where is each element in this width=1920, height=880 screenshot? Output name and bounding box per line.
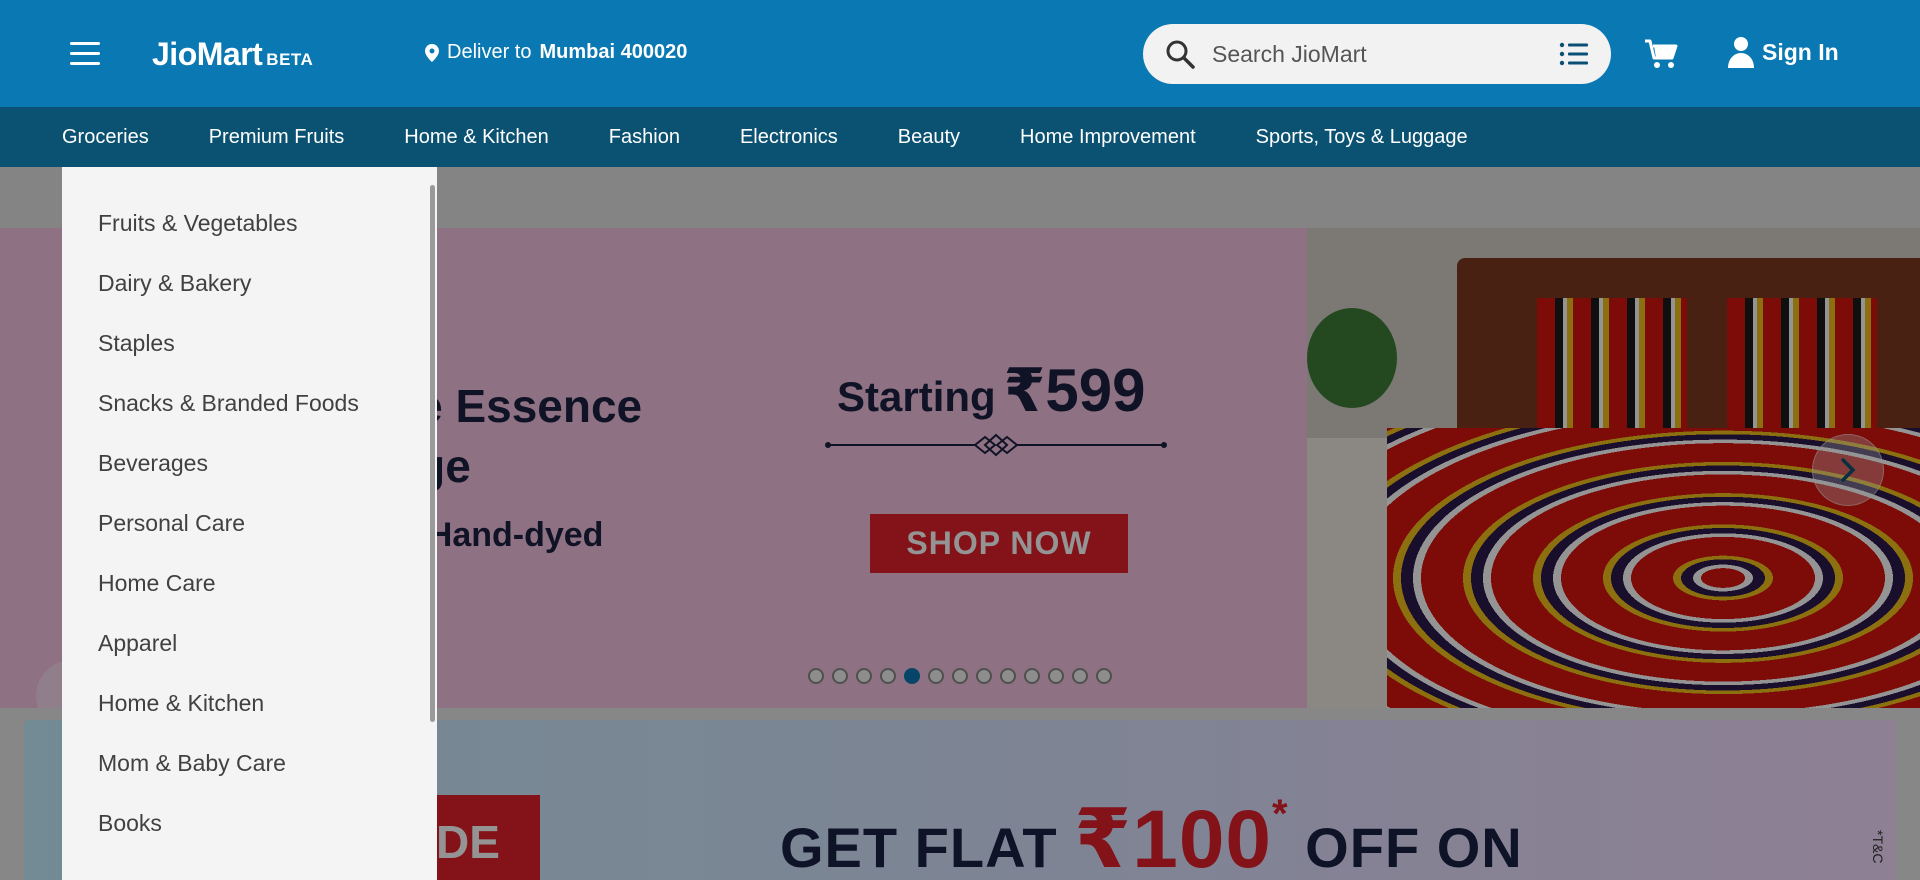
nav-electronics[interactable]: Electronics <box>740 126 838 149</box>
carousel-dot[interactable] <box>808 668 824 684</box>
groceries-dropdown: Fruits & Vegetables Dairy & Bakery Stapl… <box>62 167 437 880</box>
dropdown-item-dairy-bakery[interactable]: Dairy & Bakery <box>62 253 437 313</box>
dropdown-item-home-kitchen[interactable]: Home & Kitchen <box>62 673 437 733</box>
promo-tc-label: *T&C <box>1870 830 1886 864</box>
logo-beta-badge: BETA <box>266 50 314 69</box>
jiomart-logo[interactable]: JioMart BETA <box>152 36 313 73</box>
carousel-dots <box>808 668 1112 684</box>
nav-sports-toys-luggage[interactable]: Sports, Toys & Luggage <box>1256 126 1468 149</box>
promo-amount-mark: * <box>1272 792 1289 836</box>
dropdown-item-personal-care[interactable]: Personal Care <box>62 493 437 553</box>
hamburger-icon[interactable] <box>70 42 100 66</box>
promo-headline: GET FLAT ₹100* OFF ON <box>780 792 1523 880</box>
dropdown-scrollbar[interactable] <box>430 185 435 722</box>
nav-groceries[interactable]: Groceries <box>50 126 161 170</box>
location-pin-icon <box>425 43 439 62</box>
price-value: ₹599 <box>1003 357 1146 424</box>
deliver-location-name: Mumbai 400020 <box>539 41 688 63</box>
ornament-divider <box>825 433 1167 457</box>
nav-home-improvement[interactable]: Home Improvement <box>1020 126 1196 149</box>
dropdown-item-mom-baby-care[interactable]: Mom & Baby Care <box>62 733 437 793</box>
dropdown-item-books[interactable]: Books <box>62 793 437 853</box>
dropdown-item-apparel[interactable]: Apparel <box>62 613 437 673</box>
search-icon[interactable] <box>1164 38 1196 70</box>
carousel-dot[interactable] <box>1000 668 1016 684</box>
promo-amount: ₹100 <box>1074 794 1273 880</box>
promo-prefix: GET FLAT <box>780 816 1058 879</box>
sign-in-label: Sign In <box>1762 38 1839 65</box>
dropdown-item-beverages[interactable]: Beverages <box>62 433 437 493</box>
carousel-dot[interactable] <box>1096 668 1112 684</box>
dropdown-item-snacks[interactable]: Snacks & Branded Foods <box>62 373 437 433</box>
top-header: JioMartBETA Deliver to Mumbai 400020 Sig… <box>0 0 1920 107</box>
deliver-location[interactable]: Deliver to Mumbai 400020 <box>425 41 687 64</box>
dropdown-item-fruits-vegetables[interactable]: Fruits & Vegetables <box>62 193 437 253</box>
carousel-dot[interactable] <box>880 668 896 684</box>
category-nav: Groceries Premium Fruits Home & Kitchen … <box>0 107 1920 170</box>
nav-home-kitchen[interactable]: Home & Kitchen <box>404 126 549 149</box>
dropdown-item-staples[interactable]: Staples <box>62 313 437 373</box>
nav-premium-fruits[interactable]: Premium Fruits <box>209 126 345 149</box>
banner-price: Starting ₹599 <box>837 356 1146 426</box>
banner-next-button[interactable] <box>1812 434 1884 506</box>
search-input[interactable] <box>1212 40 1532 68</box>
price-label: Starting <box>837 373 996 420</box>
cart-icon[interactable] <box>1644 38 1678 70</box>
nav-beauty[interactable]: Beauty <box>898 126 960 149</box>
carousel-dot[interactable] <box>928 668 944 684</box>
user-icon <box>1728 37 1754 68</box>
carousel-dot[interactable] <box>1072 668 1088 684</box>
carousel-dot[interactable] <box>904 668 920 684</box>
promo-suffix: OFF ON <box>1305 816 1523 879</box>
carousel-dot[interactable] <box>952 668 968 684</box>
list-icon[interactable] <box>1559 42 1589 66</box>
logo-text: JioMart <box>152 36 263 72</box>
carousel-dot[interactable] <box>1048 668 1064 684</box>
dropdown-item-home-care[interactable]: Home Care <box>62 553 437 613</box>
search-bar[interactable] <box>1143 24 1611 84</box>
chevron-right-icon <box>1841 458 1856 482</box>
carousel-dot[interactable] <box>1024 668 1040 684</box>
carousel-dot[interactable] <box>856 668 872 684</box>
deliver-label: Deliver to <box>447 41 532 63</box>
shop-now-button[interactable]: SHOP NOW <box>870 514 1128 573</box>
nav-fashion[interactable]: Fashion <box>609 126 680 149</box>
carousel-dot[interactable] <box>832 668 848 684</box>
carousel-dot[interactable] <box>976 668 992 684</box>
sign-in-button[interactable]: Sign In <box>1728 36 1839 68</box>
